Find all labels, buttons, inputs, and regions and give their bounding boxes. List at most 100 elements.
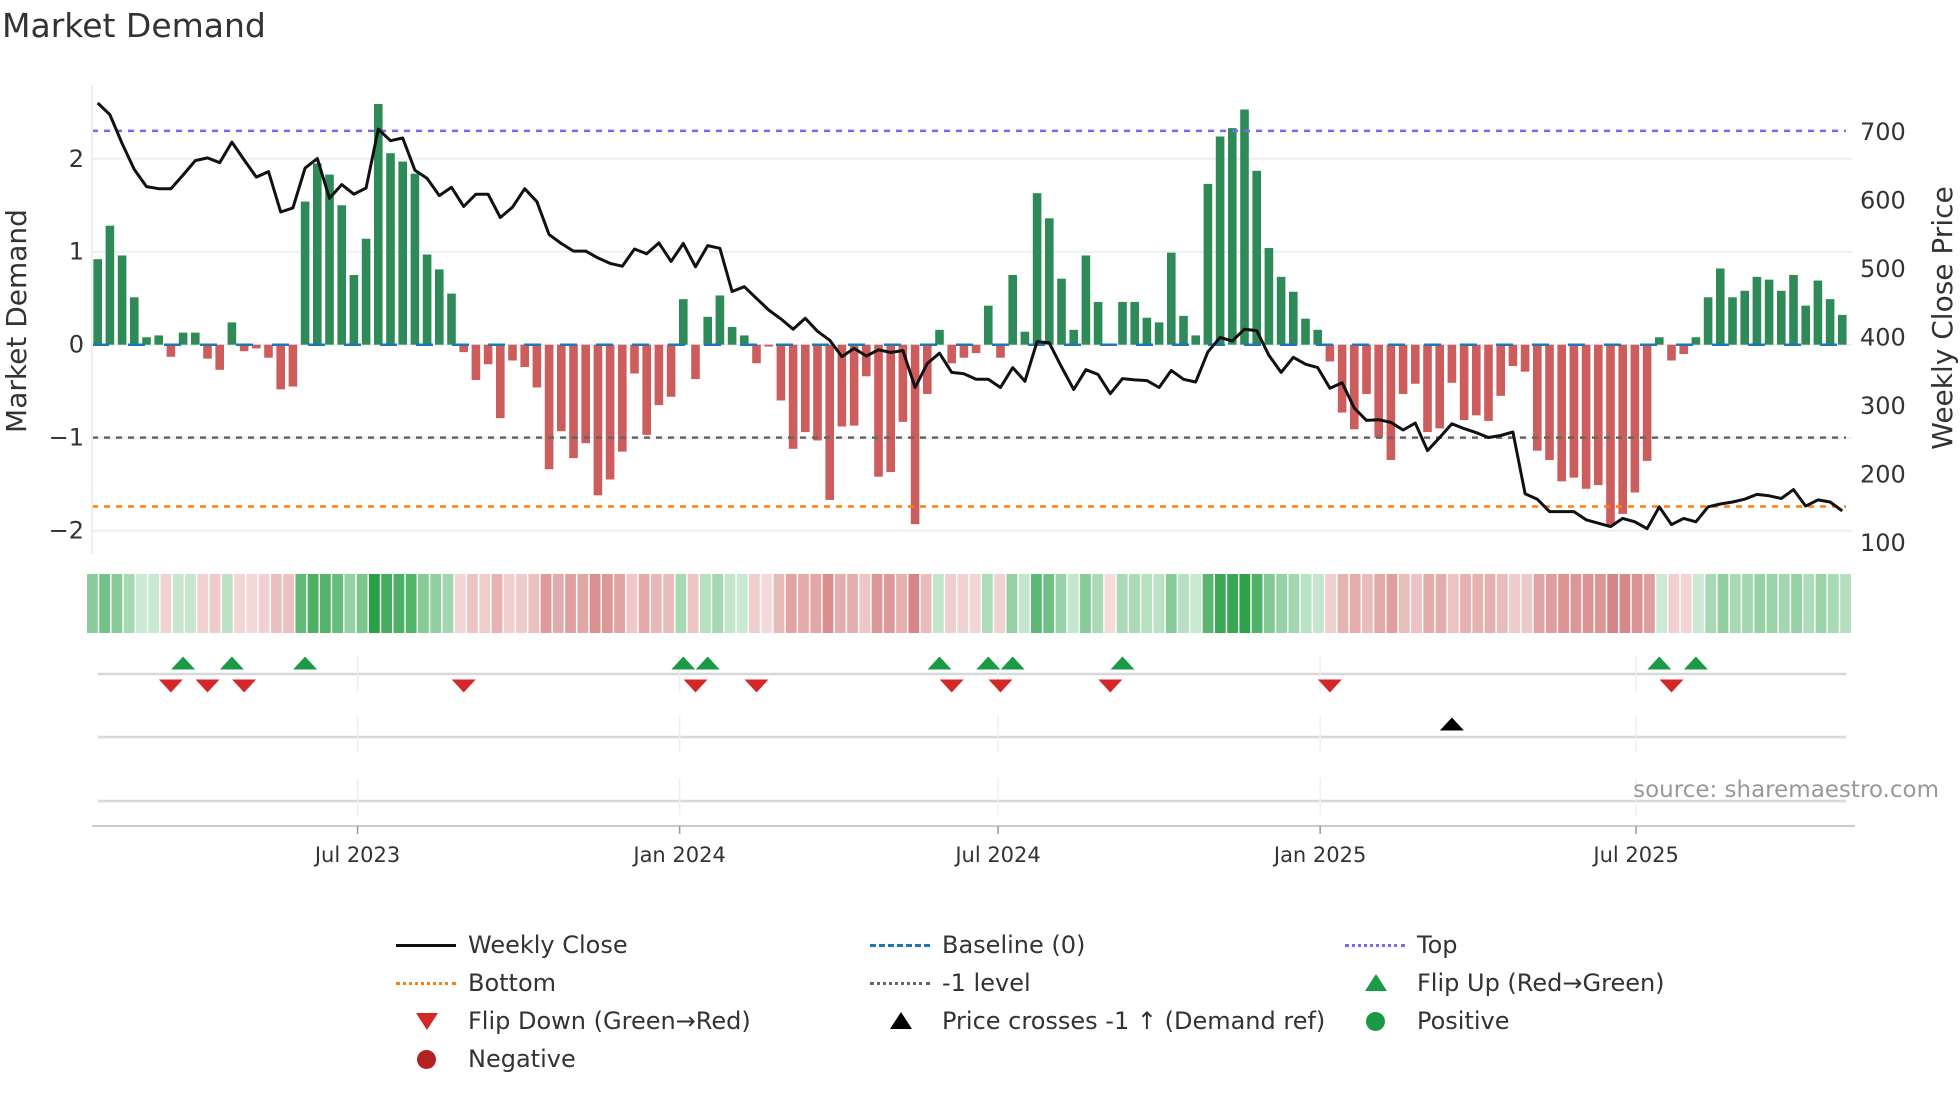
price-cross-marker	[1439, 717, 1464, 731]
demand-bar	[1215, 136, 1225, 345]
heat-cell	[896, 574, 907, 633]
heat-cell	[687, 574, 699, 633]
heat-cell	[356, 574, 368, 633]
heat-cell	[994, 574, 1006, 633]
demand-bar	[154, 335, 163, 345]
heat-cell	[552, 574, 564, 633]
heat-cell	[1570, 574, 1582, 633]
heat-cell	[1766, 574, 1778, 633]
heat-cell	[1178, 574, 1189, 633]
demand-bar	[1435, 344, 1444, 429]
heat-cell	[1116, 574, 1128, 633]
demand-bar	[1398, 344, 1408, 394]
demand-bar	[874, 344, 883, 477]
x-tick-label: Jan 2024	[631, 843, 726, 867]
heat-cell	[1337, 574, 1349, 633]
heat-cell	[1656, 574, 1668, 633]
demand-bar	[825, 344, 834, 500]
demand-bar	[117, 255, 127, 345]
heat-cell	[969, 574, 981, 633]
right-axis-title: Weekly Close Price	[1926, 186, 1959, 449]
heat-cell	[160, 574, 172, 633]
demand-bar	[227, 322, 237, 345]
heat-cell	[859, 574, 871, 633]
demand-bar	[1472, 344, 1481, 416]
heat-cell	[307, 574, 319, 633]
flip-up-marker	[695, 656, 720, 670]
flip-up-marker	[1110, 656, 1135, 670]
demand-bar	[93, 259, 102, 345]
heat-cell	[185, 574, 196, 633]
demand-bar	[1130, 301, 1139, 345]
heat-cell	[1227, 574, 1238, 633]
heat-cell	[1104, 574, 1116, 633]
heat-cell	[675, 574, 687, 633]
demand-bar	[557, 344, 566, 432]
demand-bar	[813, 344, 822, 441]
heat-cell	[663, 574, 675, 633]
demand-bar	[788, 344, 798, 449]
demand-bar	[971, 344, 981, 354]
x-tick-label: Jul 2025	[1591, 843, 1678, 867]
heat-cell	[614, 574, 625, 633]
demand-bar	[1313, 329, 1322, 345]
demand-bar	[1045, 218, 1054, 345]
demand-bar	[1606, 344, 1615, 526]
heat-cell	[1202, 574, 1214, 633]
demand-bar	[1350, 344, 1359, 430]
x-tick-label: Jul 2023	[313, 843, 400, 867]
demand-bar	[1533, 344, 1542, 451]
heat-cell	[1778, 574, 1790, 633]
demand-bar	[1740, 290, 1749, 345]
demand-bar	[1716, 268, 1725, 345]
demand-bar	[410, 173, 420, 345]
heat-cell	[945, 574, 956, 633]
heat-cell	[650, 574, 662, 633]
demand-bar	[1179, 315, 1188, 345]
heat-cell	[1631, 574, 1643, 633]
heat-cell	[393, 574, 405, 633]
heat-cell	[1447, 574, 1459, 633]
flip-down-marker	[1317, 679, 1342, 693]
flip-down-marker	[451, 679, 476, 693]
demand-bar	[215, 344, 224, 370]
demand-bar	[752, 344, 761, 364]
demand-bar	[1386, 344, 1396, 460]
heat-cell	[981, 574, 993, 633]
right-tick-label: 700	[1860, 118, 1906, 146]
demand-bar	[1838, 314, 1847, 345]
heat-cell	[1558, 574, 1569, 633]
heat-cell	[221, 574, 233, 633]
source-label: source: sharemaestro.com	[1633, 777, 1939, 803]
heat-cell	[1386, 574, 1398, 633]
heat-cell	[516, 574, 527, 633]
demand-bar	[349, 274, 359, 345]
demand-bar	[703, 316, 712, 345]
heat-cell	[565, 574, 576, 633]
heat-cell	[1018, 574, 1030, 633]
heat-cell	[1006, 574, 1018, 633]
heat-cell	[577, 574, 589, 633]
heat-cell	[957, 574, 969, 633]
heat-cell	[834, 574, 846, 633]
demand-bar	[691, 344, 700, 380]
heat-cell	[136, 574, 147, 633]
demand-bar	[605, 344, 615, 480]
demand-bar	[959, 344, 969, 358]
left-tick-label: 1	[69, 238, 84, 266]
heat-cell	[1717, 574, 1729, 633]
demand-bar	[618, 344, 627, 452]
heat-cell	[1472, 574, 1484, 633]
demand-bar	[496, 344, 505, 419]
heat-cell	[626, 574, 638, 633]
demand-heat-strip	[87, 574, 1851, 633]
demand-bar	[1630, 344, 1640, 493]
left-tick-label: −2	[49, 517, 84, 545]
heat-cell	[724, 574, 736, 633]
demand-bar	[1264, 248, 1274, 345]
demand-bar	[1374, 344, 1383, 438]
heat-cell	[123, 574, 135, 633]
heat-cell	[871, 574, 883, 633]
heat-cell	[381, 574, 393, 633]
demand-bar	[1325, 344, 1335, 362]
